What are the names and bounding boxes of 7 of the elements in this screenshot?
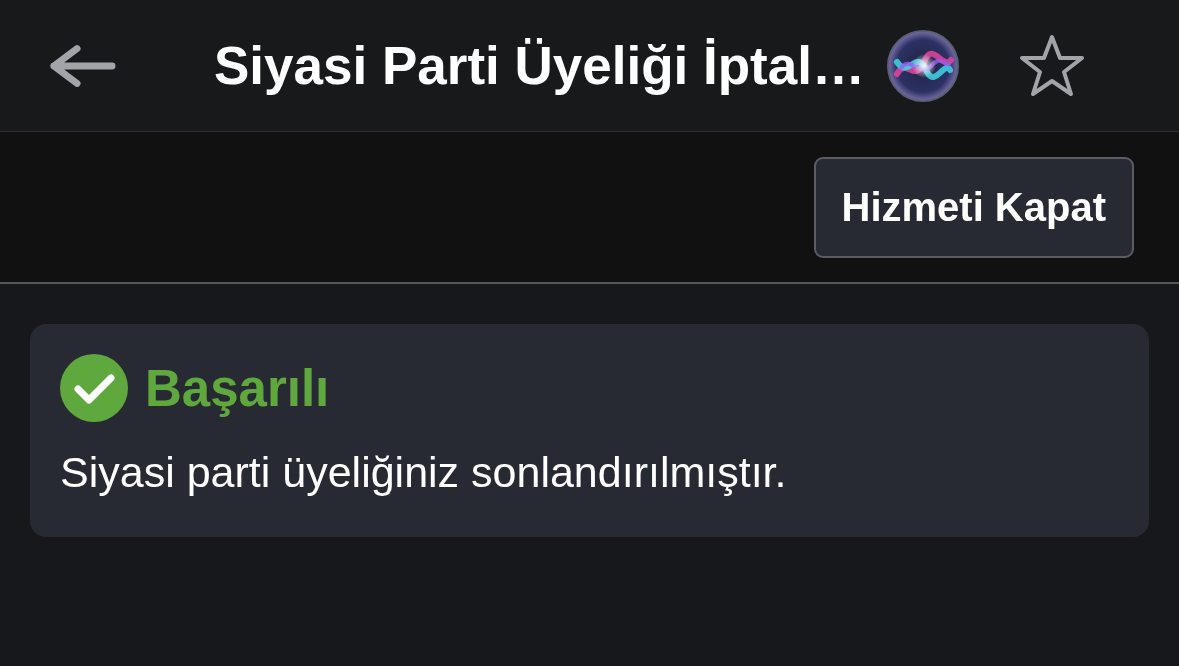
alert-title: Başarılı (145, 358, 330, 418)
page-title: Siyasi Parti Üyeliği İptal… (214, 35, 865, 96)
orb-icon[interactable] (886, 29, 959, 102)
close-service-button[interactable]: Hizmeti Kapat (813, 156, 1134, 258)
alert-message: Siyasi parti üyeliğiniz sonlandırılmıştır. (60, 448, 788, 497)
back-arrow-icon[interactable] (48, 43, 116, 88)
star-icon[interactable] (1018, 32, 1085, 99)
